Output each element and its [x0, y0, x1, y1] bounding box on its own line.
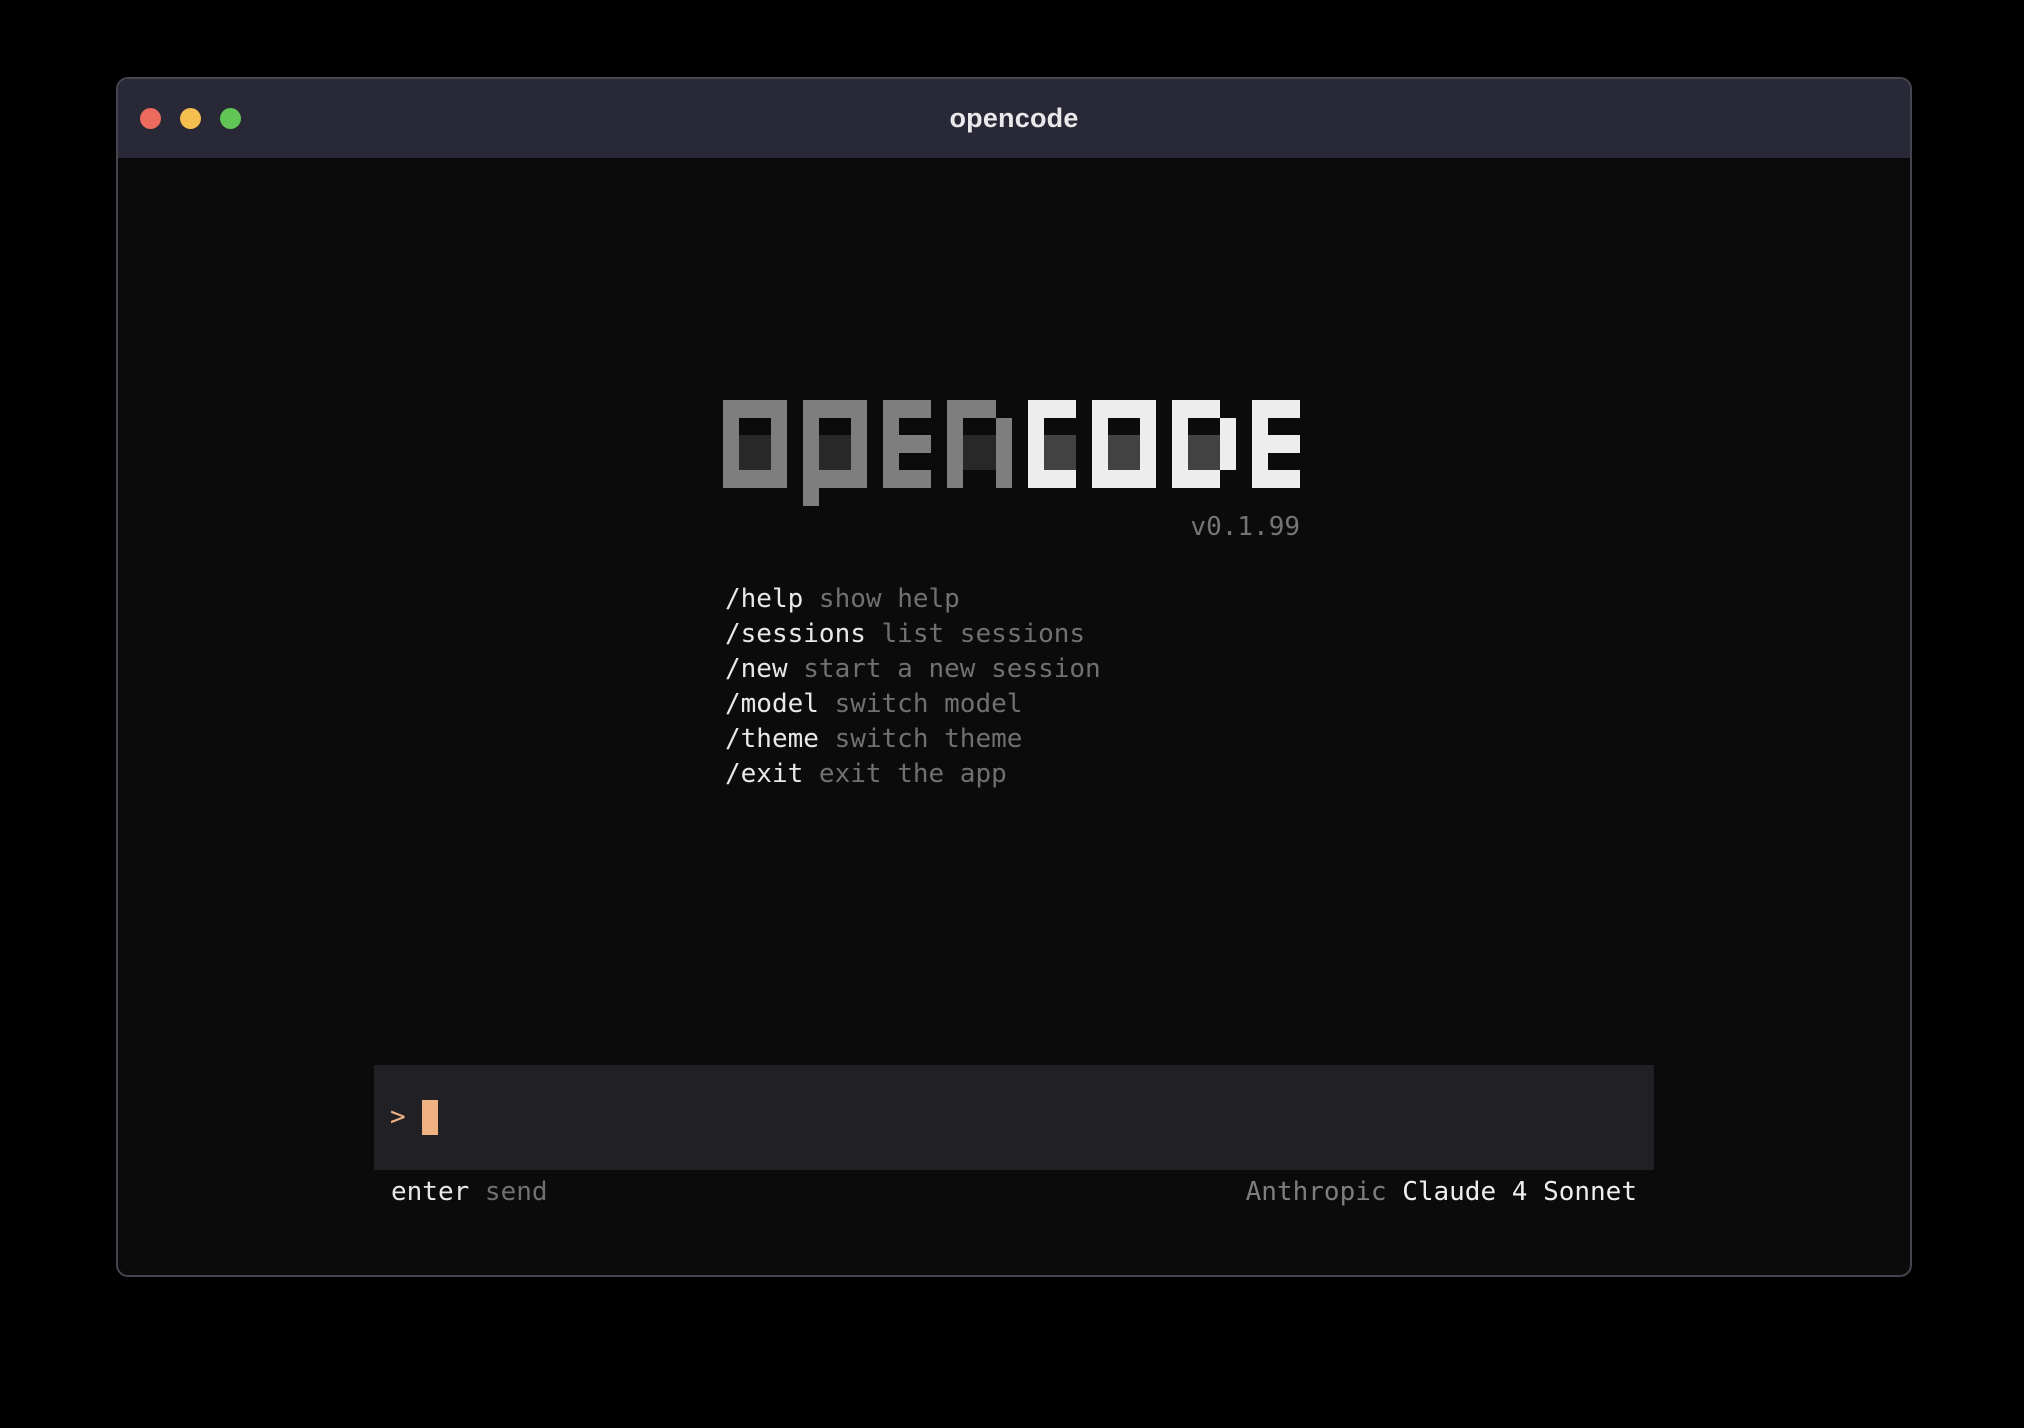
status-bar: enter send Anthropic Claude 4 Sonnet	[374, 1177, 1654, 1207]
keybind-hint: enter send	[391, 1177, 548, 1207]
logo-letter-d	[1172, 400, 1236, 488]
prompt-input[interactable]: >	[374, 1065, 1654, 1170]
command-name: /exit	[725, 759, 803, 789]
version-label: v0.1.99	[723, 514, 1300, 540]
window-titlebar[interactable]: opencode	[118, 79, 1910, 158]
opencode-window: opencode v0.1.99 /help show help/sessions…	[116, 77, 1912, 1277]
command-name: /help	[725, 584, 803, 614]
desktop-background: opencode v0.1.99 /help show help/sessions…	[0, 0, 2024, 1428]
splash-block: v0.1.99	[723, 400, 1300, 540]
command-description: list sessions	[882, 619, 1086, 649]
command-row: /new start a new session	[725, 652, 1101, 687]
command-row: /help show help	[725, 582, 1101, 617]
command-name: /theme	[725, 724, 819, 754]
prompt-caret: >	[390, 1100, 406, 1135]
logo-letter-c	[1028, 400, 1076, 488]
model-label: Claude 4 Sonnet	[1402, 1177, 1637, 1207]
window-title: opencode	[949, 103, 1078, 134]
command-name: /model	[725, 689, 819, 719]
logo-letter-n	[947, 400, 1011, 488]
command-row: /sessions list sessions	[725, 617, 1101, 652]
minimize-button[interactable]	[180, 108, 201, 129]
command-description: switch model	[835, 689, 1023, 719]
command-row: /theme switch theme	[725, 722, 1101, 757]
command-list: /help show help/sessions list sessions/new…	[725, 582, 1101, 792]
opencode-logo	[723, 400, 1300, 488]
command-description: start a new session	[803, 654, 1100, 684]
logo-letter-o	[1092, 400, 1156, 488]
command-description: switch theme	[835, 724, 1023, 754]
traffic-lights	[140, 79, 241, 158]
zoom-button[interactable]	[220, 108, 241, 129]
terminal-content: v0.1.99 /help show help/sessions list sess…	[118, 158, 1910, 1275]
text-cursor	[422, 1100, 438, 1135]
command-description: show help	[819, 584, 960, 614]
model-indicator[interactable]: Anthropic Claude 4 Sonnet	[1246, 1177, 1637, 1207]
command-row: /exit exit the app	[725, 757, 1101, 792]
enter-key-label: enter	[391, 1177, 469, 1207]
provider-label: Anthropic	[1246, 1177, 1387, 1207]
close-button[interactable]	[140, 108, 161, 129]
command-name: /sessions	[725, 619, 866, 649]
logo-letter-e	[1252, 400, 1300, 488]
logo-letter-e	[883, 400, 931, 488]
logo-letter-p	[803, 400, 867, 488]
command-name: /new	[725, 654, 788, 684]
command-row: /model switch model	[725, 687, 1101, 722]
send-action-label: send	[485, 1177, 548, 1207]
command-description: exit the app	[819, 759, 1007, 789]
logo-letter-o	[723, 400, 787, 488]
